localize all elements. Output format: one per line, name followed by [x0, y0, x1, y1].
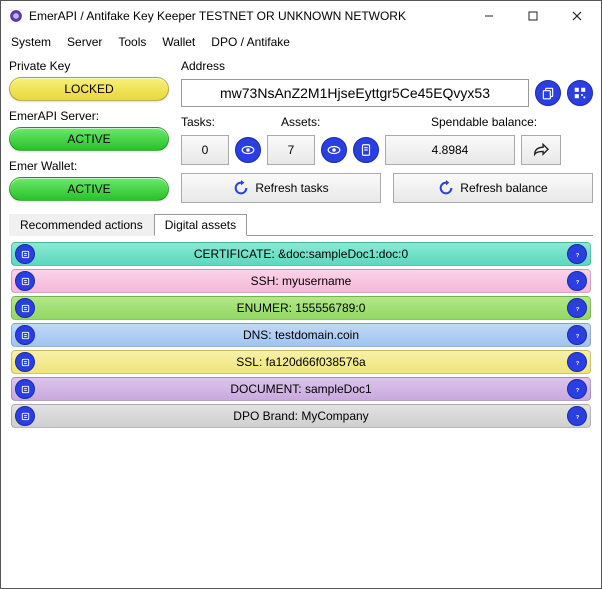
asset-action-icon[interactable] [15, 379, 35, 399]
asset-action-icon[interactable] [15, 325, 35, 345]
svg-text:?: ? [575, 387, 579, 393]
asset-help-icon[interactable]: ? [567, 406, 587, 426]
asset-row[interactable]: CERTIFICATE: &doc:sampleDoc1:doc:0? [11, 242, 591, 266]
tasks-label: Tasks: [181, 115, 281, 129]
refresh-balance-button[interactable]: Refresh balance [393, 173, 593, 203]
asset-action-icon[interactable] [15, 298, 35, 318]
refresh-icon [233, 180, 249, 196]
svg-text:?: ? [575, 279, 579, 285]
private-key-status[interactable]: LOCKED [9, 77, 169, 101]
wallet-label: Emer Wallet: [9, 159, 169, 173]
view-assets-button[interactable] [321, 137, 347, 163]
asset-row[interactable]: DOCUMENT: sampleDoc1? [11, 377, 591, 401]
asset-help-icon[interactable]: ? [567, 379, 587, 399]
menu-wallet[interactable]: Wallet [162, 35, 195, 49]
asset-label: SSH: myusername [35, 274, 567, 288]
menu-server[interactable]: Server [67, 35, 102, 49]
menubar: System Server Tools Wallet DPO / Antifak… [1, 31, 601, 55]
assets-extra-button[interactable] [353, 137, 379, 163]
asset-row[interactable]: SSH: myusername? [11, 269, 591, 293]
asset-row[interactable]: ENUMER: 155556789:0? [11, 296, 591, 320]
refresh-tasks-button[interactable]: Refresh tasks [181, 173, 381, 203]
copy-address-button[interactable] [535, 80, 561, 106]
asset-action-icon[interactable] [15, 352, 35, 372]
assets-label: Assets: [281, 115, 431, 129]
assets-value[interactable]: 7 [267, 135, 315, 165]
asset-label: DPO Brand: MyCompany [35, 409, 567, 423]
svg-text:?: ? [575, 252, 579, 258]
asset-action-icon[interactable] [15, 406, 35, 426]
private-key-label: Private Key [9, 59, 169, 73]
asset-action-icon[interactable] [15, 244, 35, 264]
balance-value[interactable]: 4.8984 [385, 135, 515, 165]
server-status[interactable]: ACTIVE [9, 127, 169, 151]
asset-label: SSL: fa120d66f038576a [35, 355, 567, 369]
asset-label: ENUMER: 155556789:0 [35, 301, 567, 315]
asset-label: CERTIFICATE: &doc:sampleDoc1:doc:0 [35, 247, 567, 261]
tabs: Recommended actions Digital assets [9, 213, 593, 235]
asset-label: DNS: testdomain.coin [35, 328, 567, 342]
asset-help-icon[interactable]: ? [567, 352, 587, 372]
refresh-icon [438, 180, 454, 196]
qr-address-button[interactable] [567, 80, 593, 106]
asset-row[interactable]: DNS: testdomain.coin? [11, 323, 591, 347]
svg-text:?: ? [575, 414, 579, 420]
asset-help-icon[interactable]: ? [567, 271, 587, 291]
balance-label: Spendable balance: [431, 115, 593, 129]
tasks-value[interactable]: 0 [181, 135, 229, 165]
svg-text:?: ? [575, 333, 579, 339]
asset-list: CERTIFICATE: &doc:sampleDoc1:doc:0?SSH: … [9, 235, 593, 434]
app-icon [9, 9, 23, 23]
asset-row[interactable]: DPO Brand: MyCompany? [11, 404, 591, 428]
asset-help-icon[interactable]: ? [567, 298, 587, 318]
menu-system[interactable]: System [11, 35, 51, 49]
asset-row[interactable]: SSL: fa120d66f038576a? [11, 350, 591, 374]
svg-text:?: ? [575, 360, 579, 366]
titlebar: EmerAPI / Antifake Key Keeper TESTNET OR… [1, 1, 601, 31]
svg-text:?: ? [575, 306, 579, 312]
view-tasks-button[interactable] [235, 137, 261, 163]
minimize-button[interactable] [467, 2, 511, 30]
server-label: EmerAPI Server: [9, 109, 169, 123]
close-button[interactable] [555, 2, 599, 30]
tab-recommended[interactable]: Recommended actions [9, 214, 154, 236]
address-label: Address [181, 59, 593, 73]
asset-label: DOCUMENT: sampleDoc1 [35, 382, 567, 396]
share-balance-button[interactable] [521, 135, 561, 165]
asset-action-icon[interactable] [15, 271, 35, 291]
asset-help-icon[interactable]: ? [567, 325, 587, 345]
window-title: EmerAPI / Antifake Key Keeper TESTNET OR… [29, 9, 467, 23]
menu-tools[interactable]: Tools [118, 35, 146, 49]
asset-help-icon[interactable]: ? [567, 244, 587, 264]
address-input[interactable] [181, 79, 529, 107]
menu-dpo[interactable]: DPO / Antifake [211, 35, 290, 49]
tab-digital-assets[interactable]: Digital assets [154, 214, 247, 236]
wallet-status[interactable]: ACTIVE [9, 177, 169, 201]
maximize-button[interactable] [511, 2, 555, 30]
